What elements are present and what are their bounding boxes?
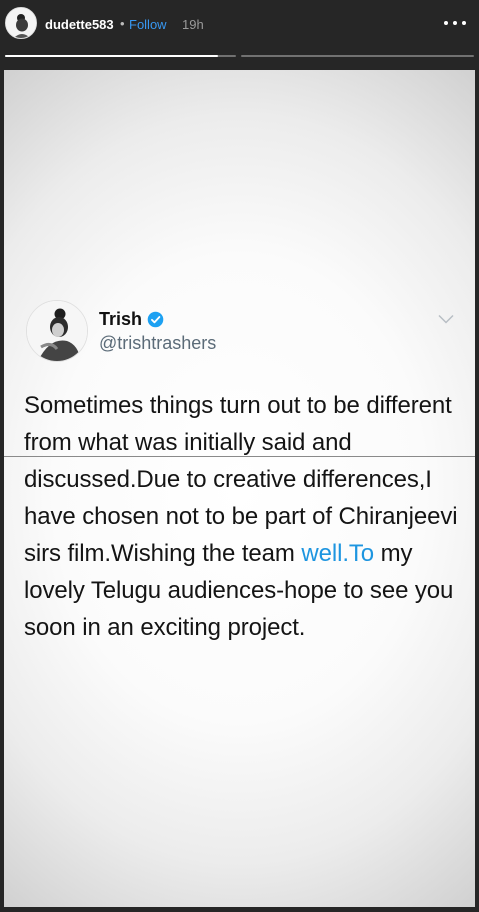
tweet-author-avatar <box>26 300 88 362</box>
more-options-icon[interactable] <box>441 11 469 35</box>
story-progress-segment-2 <box>241 55 474 57</box>
story-content[interactable]: Trish @trishtrashers Sometimes things tu… <box>4 70 475 907</box>
tweet-author-handle: @trishtrashers <box>99 333 217 353</box>
tweet-bottom-divider <box>4 456 475 457</box>
verified-badge-icon <box>147 311 164 328</box>
story-progress-fill <box>5 55 218 57</box>
story-progress-segment-1 <box>5 55 236 57</box>
story-timestamp: 19h <box>182 17 204 32</box>
user-avatar[interactable] <box>5 7 37 39</box>
tweet-text: Sometimes things turn out to be differen… <box>24 387 464 646</box>
tweet-author-name: Trish <box>99 309 143 329</box>
story-header: dudette583 • Follow 19h <box>0 0 479 50</box>
tweet-text-link[interactable]: well.To <box>301 540 374 567</box>
chevron-down-icon[interactable] <box>438 314 454 324</box>
username[interactable]: dudette583 <box>45 17 114 32</box>
follow-button[interactable]: Follow <box>129 17 167 32</box>
separator-dot: • <box>120 16 125 31</box>
